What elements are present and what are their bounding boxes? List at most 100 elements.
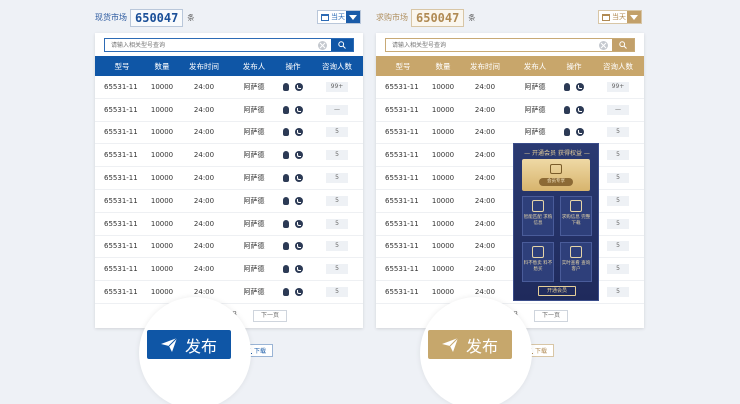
next-page-button[interactable]: 下一页 — [534, 310, 568, 322]
search-button[interactable] — [331, 39, 353, 51]
table-row[interactable]: 65531-111000024:00阿萨德5 — [95, 122, 363, 145]
count-unit: 条 — [187, 14, 195, 22]
table-row[interactable]: 65531-111000024:00阿萨德5 — [95, 144, 363, 168]
table-row[interactable]: 65531-111000024:00阿萨德5 — [376, 144, 644, 168]
panel-header: 求购市场 650047 条 当天 — [376, 8, 644, 28]
paper-plane-icon — [441, 337, 458, 352]
quantity-cell: 10000 — [150, 174, 174, 183]
table-row[interactable]: 65531-111000024:00阿萨德5 — [95, 167, 363, 190]
search-input[interactable] — [105, 39, 318, 51]
chat-icon[interactable] — [283, 82, 289, 91]
publish-button[interactable]: 发布 — [428, 330, 512, 359]
table-row[interactable]: 65531-11 10000 24:00 阿萨德 99+ — [376, 76, 644, 99]
phone-icon[interactable] — [295, 82, 303, 91]
column-header[interactable]: 发布人 — [514, 61, 556, 72]
column-header[interactable]: 操作 — [556, 61, 592, 72]
chat-icon[interactable] — [283, 219, 289, 228]
inquiry-cell: 5 — [311, 241, 363, 252]
table-row[interactable]: 65531-111000024:00阿萨德5 — [95, 236, 363, 259]
publisher-cell: 阿萨德 — [243, 196, 265, 205]
chevron-down-icon[interactable] — [346, 11, 360, 23]
phone-icon[interactable] — [576, 82, 584, 91]
inquiry-count-badge: 5 — [326, 150, 348, 161]
clear-icon[interactable] — [318, 41, 327, 50]
phone-icon[interactable] — [295, 128, 303, 137]
phone-icon[interactable] — [576, 105, 584, 114]
chat-icon[interactable] — [283, 196, 289, 205]
chat-icon[interactable] — [564, 82, 570, 91]
actions-cell — [275, 82, 311, 91]
chat-icon[interactable] — [283, 265, 289, 274]
chat-icon[interactable] — [283, 242, 289, 251]
phone-icon[interactable] — [295, 196, 303, 205]
search-button[interactable] — [612, 39, 634, 51]
table-row[interactable]: 65531-111000024:00阿萨德5 — [95, 190, 363, 213]
ai-match-icon — [532, 200, 544, 212]
chat-icon[interactable] — [283, 128, 289, 137]
column-header[interactable]: 数量 — [430, 61, 456, 72]
inquiry-count-badge: 5 — [607, 195, 629, 206]
publisher-cell: 阿萨德 — [243, 105, 265, 114]
phone-icon[interactable] — [295, 151, 303, 160]
model-cell: 65531-11 — [385, 265, 419, 274]
next-page-button[interactable]: 下一页 — [253, 310, 287, 322]
phone-icon[interactable] — [576, 128, 584, 137]
table-row[interactable]: 65531-11 10000 24:00 阿萨德 — — [95, 99, 363, 122]
table-row[interactable]: 65531-111000024:00阿萨德5 — [376, 190, 644, 213]
chat-icon[interactable] — [283, 288, 289, 297]
quantity-cell: 10000 — [431, 174, 455, 183]
table-row[interactable]: 65531-111000024:00阿萨德5 — [376, 236, 644, 259]
date-filter-select[interactable]: 当天 — [598, 10, 642, 24]
table-row[interactable]: 65531-11 10000 24:00 阿萨德 — — [376, 99, 644, 122]
inquiry-cell: 5 — [592, 173, 644, 184]
quantity-cell: 10000 — [150, 242, 174, 251]
clear-icon[interactable] — [599, 41, 608, 50]
inquiry-count-badge: 5 — [607, 127, 629, 138]
table-row[interactable]: 65531-111000024:00阿萨德5 — [95, 213, 363, 236]
column-header[interactable]: 咨询人数 — [592, 61, 644, 72]
column-header[interactable]: 发布人 — [233, 61, 275, 72]
open-membership-button[interactable]: 开通会员 — [538, 286, 576, 296]
column-header[interactable]: 发布时间 — [456, 61, 514, 72]
phone-icon[interactable] — [295, 219, 303, 228]
column-header[interactable]: 型号 — [95, 61, 149, 72]
chat-icon[interactable] — [283, 151, 289, 160]
search-input[interactable] — [386, 39, 599, 51]
phone-icon[interactable] — [295, 105, 303, 114]
chat-icon[interactable] — [283, 105, 289, 114]
table-row[interactable]: 65531-11 10000 24:00 阿萨德 99+ — [95, 76, 363, 99]
table-header: 型号 数量 发布时间 发布人 操作 咨询人数 — [376, 56, 644, 76]
publisher-cell: 阿萨德 — [243, 288, 265, 297]
inquiry-count-badge: 5 — [326, 195, 348, 206]
table-row[interactable]: 65531-111000024:00阿萨德5 — [376, 167, 644, 190]
column-header[interactable]: 操作 — [275, 61, 311, 72]
table-row[interactable]: 65531-111000024:00阿萨德5 — [376, 258, 644, 282]
phone-icon[interactable] — [295, 242, 303, 251]
phone-icon[interactable] — [295, 265, 303, 274]
date-filter-select[interactable]: 当天 — [317, 10, 361, 24]
quantity-cell: 10000 — [150, 151, 174, 160]
phone-icon[interactable] — [295, 288, 303, 297]
chat-icon[interactable] — [564, 105, 570, 114]
actions-cell — [275, 242, 311, 251]
column-header[interactable]: 数量 — [149, 61, 175, 72]
publish-button[interactable]: 发布 — [147, 330, 231, 359]
diamond-icon — [550, 164, 562, 174]
phone-icon[interactable] — [295, 174, 303, 183]
table-row[interactable]: 65531-111000024:00阿萨德5 — [95, 281, 363, 304]
publisher-cell: 阿萨德 — [243, 174, 265, 183]
table-row[interactable]: 65531-111000024:00阿萨德5 — [376, 122, 644, 145]
column-header[interactable]: 型号 — [376, 61, 430, 72]
inquiry-cell: 5 — [592, 287, 644, 298]
table-row[interactable]: 65531-111000024:00阿萨德5 — [376, 213, 644, 236]
vip-card: 会员专享 — [522, 159, 590, 191]
chat-icon[interactable] — [564, 128, 570, 137]
chevron-down-icon[interactable] — [627, 11, 641, 23]
chat-icon[interactable] — [283, 174, 289, 183]
search-bar — [104, 38, 354, 52]
table-row[interactable]: 65531-111000024:00阿萨德5 — [376, 281, 644, 304]
column-header[interactable]: 发布时间 — [175, 61, 233, 72]
column-header[interactable]: 咨询人数 — [311, 61, 363, 72]
inquiry-cell: — — [311, 104, 363, 115]
table-row[interactable]: 65531-111000024:00阿萨德5 — [95, 258, 363, 282]
